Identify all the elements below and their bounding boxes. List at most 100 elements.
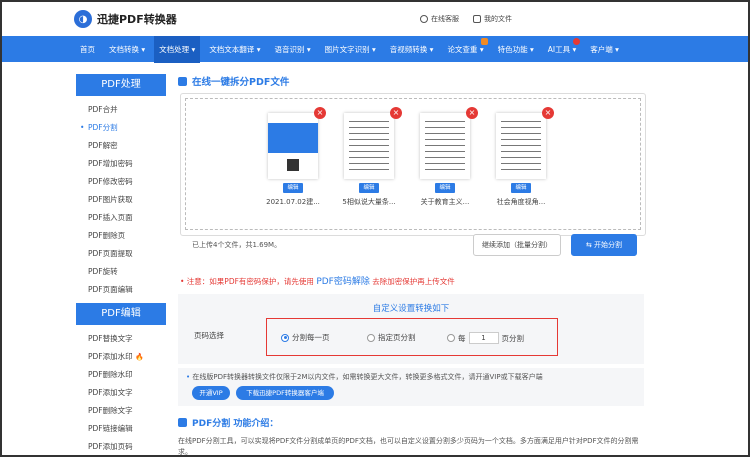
- logo[interactable]: ◑ 迅捷PDF转换器: [74, 10, 177, 28]
- sidebar-item-decrypt[interactable]: PDF解密: [76, 137, 166, 155]
- sidebar: PDF处理 PDF合并 PDF分割 PDF解密 PDF增加密码 PDF修改密码 …: [76, 74, 166, 457]
- limit-panel: 在线版PDF转换器转换文件仅限于2M以内文件，如需转换更大文件，转换更多格式文件…: [178, 368, 644, 406]
- remove-file-icon[interactable]: ×: [466, 107, 478, 119]
- nav-speech[interactable]: 语音识别 ▾: [274, 44, 310, 55]
- radio-selected-icon[interactable]: [281, 333, 289, 342]
- nav-doc-process[interactable]: 文档处理 ▾: [154, 35, 201, 63]
- nav-home[interactable]: 首页: [80, 44, 95, 55]
- intro-title: PDF分割 功能介绍：: [178, 416, 278, 429]
- radio-icon[interactable]: [447, 334, 455, 342]
- nav-client[interactable]: 客户端 ▾: [590, 44, 619, 55]
- sidebar-item-add-text[interactable]: PDF添加文字: [76, 384, 166, 402]
- option-specified-label: 指定页分割: [378, 333, 416, 342]
- open-vip-button[interactable]: 开通VIP: [192, 386, 230, 400]
- split-options: 分割每一页 指定页分割 每 1 页分割: [266, 318, 558, 356]
- top-links: 在线客服 我的文件: [420, 14, 512, 24]
- online-consult-link[interactable]: 在线客服: [420, 14, 459, 24]
- section-title-text: 在线一键拆分PDF文件: [192, 77, 290, 88]
- page-select-label: 页码选择: [194, 331, 224, 340]
- nav-features[interactable]: 特色功能 ▾: [498, 44, 534, 55]
- nav-paper-check[interactable]: 论文查重 ▾: [447, 37, 488, 55]
- file-preview[interactable]: [420, 113, 470, 179]
- my-files-link[interactable]: 我的文件: [473, 14, 512, 24]
- download-client-button[interactable]: 下载迅捷PDF转换器客户端: [236, 386, 334, 400]
- edit-file-button[interactable]: 编辑: [511, 183, 531, 193]
- sidebar-item-merge[interactable]: PDF合并: [76, 101, 166, 119]
- file-name: 社会角度视角...: [496, 198, 546, 206]
- nav-doc-convert[interactable]: 文档转换 ▾: [109, 44, 145, 55]
- sidebar-item-add-password[interactable]: PDF增加密码: [76, 155, 166, 173]
- sidebar-head-pdf-edit: PDF编辑: [76, 303, 166, 325]
- my-files-label: 我的文件: [484, 15, 512, 23]
- nav-ai-tools-label: AI工具 ▾: [547, 44, 577, 54]
- file-preview[interactable]: [268, 113, 318, 179]
- sidebar-item-add-watermark-label: PDF添加水印: [88, 352, 133, 361]
- notice-prefix: • 注意：如果PDF有密码保护，请先使用: [180, 277, 314, 286]
- headset-icon: [420, 15, 428, 23]
- sidebar-item-add-page-number[interactable]: PDF添加页码: [76, 438, 166, 456]
- sidebar-item-replace-text[interactable]: PDF替换文字: [76, 330, 166, 348]
- section-title: 在线一键拆分PDF文件: [178, 74, 646, 88]
- file-name: 关于教育主义...: [420, 198, 470, 206]
- option-every-n-pages[interactable]: 每 1 页分割: [447, 332, 524, 344]
- sidebar-head-pdf-process: PDF处理: [76, 74, 166, 96]
- option-split-each-page[interactable]: 分割每一页: [281, 332, 330, 343]
- sidebar-item-add-watermark[interactable]: PDF添加水印 🔥: [76, 348, 166, 366]
- option-split-each-label: 分割每一页: [292, 333, 330, 342]
- upload-status: 已上传4个文件，共1.69M。: [192, 241, 282, 249]
- option-every-label: 每: [458, 333, 466, 343]
- sidebar-item-delete-page[interactable]: PDF删除页: [76, 227, 166, 245]
- qr-code-icon: [287, 159, 299, 171]
- file-card: × 编辑 社会角度视角...: [490, 107, 554, 217]
- logo-icon: ◑: [74, 10, 92, 28]
- sidebar-item-page-edit[interactable]: PDF页面编辑: [76, 281, 166, 299]
- limit-text: 在线版PDF转换器转换文件仅限于2M以内文件，如需转换更大文件，转换更多格式文件…: [186, 372, 542, 382]
- sidebar-item-page-extract[interactable]: PDF页面提取: [76, 245, 166, 263]
- sidebar-item-insert-page[interactable]: PDF插入页面: [76, 209, 166, 227]
- pages-per-split-input[interactable]: 1: [468, 332, 499, 344]
- file-name: 5相似说大量条...: [342, 198, 396, 206]
- settings-title: 自定义设置转换如下: [372, 304, 450, 314]
- file-icon: [473, 15, 481, 23]
- file-preview[interactable]: [344, 113, 394, 179]
- sidebar-item-split[interactable]: PDF分割: [76, 119, 166, 137]
- nav-translate[interactable]: 文档文本翻译 ▾: [209, 44, 260, 55]
- new-badge-icon: [480, 37, 488, 45]
- radio-icon[interactable]: [367, 333, 375, 342]
- sidebar-item-delete-text[interactable]: PDF删除文字: [76, 402, 166, 420]
- fire-icon: 🔥: [135, 353, 144, 361]
- edit-file-button[interactable]: 编辑: [359, 183, 379, 193]
- edit-file-button[interactable]: 编辑: [283, 183, 303, 193]
- edit-file-button[interactable]: 编辑: [435, 183, 455, 193]
- nav-ocr[interactable]: 图片文字识别 ▾: [325, 44, 376, 55]
- option-specified-pages[interactable]: 指定页分割: [367, 332, 416, 343]
- remove-file-icon[interactable]: ×: [542, 107, 554, 119]
- start-split-button[interactable]: ⇆ 开始分割: [571, 234, 637, 256]
- nav-ai-tools[interactable]: AI工具 ▾: [547, 37, 581, 55]
- sidebar-item-rotate[interactable]: PDF旋转: [76, 263, 166, 281]
- nav-av-convert[interactable]: 音视频转换 ▾: [390, 44, 434, 55]
- sidebar-list-edit: PDF替换文字 PDF添加水印 🔥 PDF删除水印 PDF添加文字 PDF删除文…: [76, 325, 166, 457]
- sidebar-item-change-password[interactable]: PDF修改密码: [76, 173, 166, 191]
- hot-badge-icon: [573, 37, 581, 45]
- main-content: 在线一键拆分PDF文件 × 编辑 2021.07.02建... × 编辑 5相似…: [178, 74, 646, 456]
- info-icon: [178, 418, 187, 427]
- sidebar-list-process: PDF合并 PDF分割 PDF解密 PDF增加密码 PDF修改密码 PDF图片获…: [76, 96, 166, 303]
- remove-file-icon[interactable]: ×: [314, 107, 326, 119]
- sidebar-item-link-edit[interactable]: PDF链接编辑: [76, 420, 166, 438]
- sidebar-item-remove-watermark[interactable]: PDF删除水印: [76, 366, 166, 384]
- file-drop-zone[interactable]: × 编辑 2021.07.02建... × 编辑 5相似说大量条... × 编辑: [185, 98, 641, 230]
- pdf-decrypt-link[interactable]: PDF密码解除: [316, 277, 370, 287]
- upload-area: × 编辑 2021.07.02建... × 编辑 5相似说大量条... × 编辑: [180, 93, 646, 256]
- intro-text: 在线PDF分割工具，可以实现将PDF文件分割成单页的PDF文档，也可以自定义设置…: [178, 437, 639, 456]
- logo-text: 迅捷PDF转换器: [97, 13, 177, 26]
- file-preview[interactable]: [496, 113, 546, 179]
- intro-title-text: PDF分割 功能介绍：: [192, 419, 279, 429]
- file-card: × 编辑 5相似说大量条...: [338, 107, 402, 217]
- top-header: ◑ 迅捷PDF转换器 在线客服 我的文件: [2, 2, 748, 36]
- remove-file-icon[interactable]: ×: [390, 107, 402, 119]
- nav-paper-check-label: 论文查重 ▾: [447, 44, 484, 54]
- sidebar-item-image-extract[interactable]: PDF图片获取: [76, 191, 166, 209]
- file-card: × 编辑 关于教育主义...: [414, 107, 478, 217]
- add-more-button[interactable]: 继续添加（批量分割）: [473, 234, 561, 256]
